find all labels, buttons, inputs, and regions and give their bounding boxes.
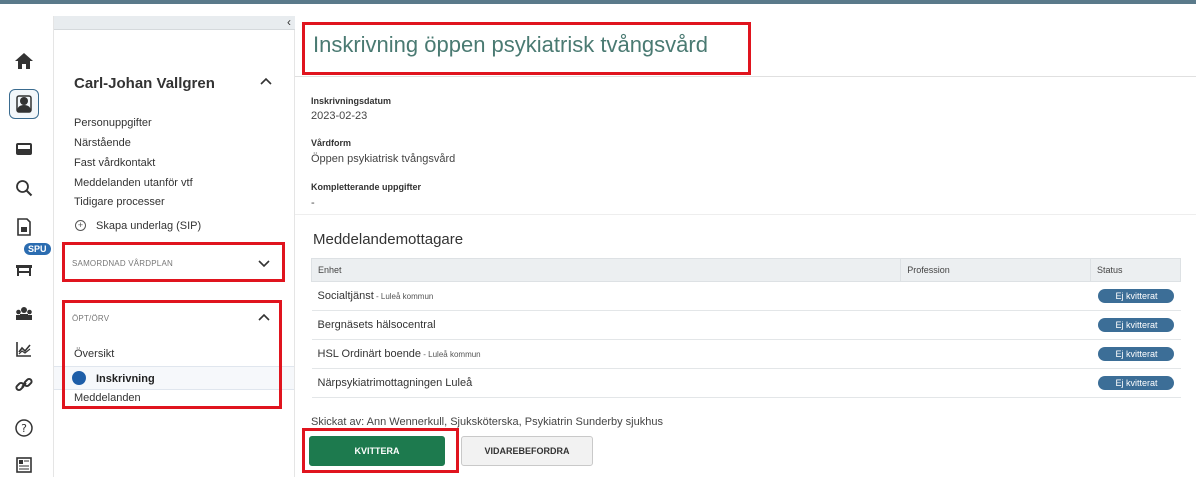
field-label-inskrivningsdatum: Inskrivningsdatum	[311, 96, 392, 106]
patient-icon[interactable]	[9, 89, 39, 119]
highlight-box-samordnad	[62, 242, 285, 282]
home-icon[interactable]	[9, 46, 39, 76]
sidebar-link-narstaende[interactable]: Närstående	[74, 137, 131, 149]
sidebar-link-personuppgifter[interactable]: Personuppgifter	[74, 117, 152, 129]
enhet-kommun: - Luleå kommun	[373, 292, 434, 301]
cell-profession	[900, 339, 1091, 369]
bed-icon[interactable]	[9, 254, 39, 284]
cell-profession	[900, 281, 1091, 311]
recipients-table: Enhet Profession Status Socialtjänst - L…	[310, 258, 1182, 398]
title-divider	[295, 76, 1196, 77]
cell-status: Ej kvitterat	[1090, 368, 1181, 398]
field-value-vardform: Öppen psykiatrisk tvångsvård	[311, 153, 456, 165]
help-icon[interactable]: ?	[9, 413, 39, 443]
news-icon[interactable]	[9, 450, 39, 477]
cell-enhet: HSL Ordinärt boende - Luleå kommun	[311, 339, 901, 369]
icon-rail: SPU ?	[0, 16, 54, 477]
cell-profession	[900, 368, 1091, 398]
sidebar-link-meddelanden-utanfor[interactable]: Meddelanden utanför vtf	[74, 177, 193, 189]
enhet-name: Bergnäsets hälsocentral	[317, 319, 436, 331]
column-header-profession[interactable]: Profession	[900, 258, 1091, 282]
table-header-row: Enhet Profession Status	[310, 258, 1182, 282]
search-icon[interactable]	[9, 173, 39, 203]
cell-enhet: Socialtjänst - Luleå kommun	[311, 281, 901, 311]
table-row[interactable]: HSL Ordinärt boende - Luleå kommun Ej kv…	[311, 339, 1181, 369]
status-badge: Ej kvitterat	[1098, 376, 1175, 390]
create-sip-link[interactable]: Skapa underlag (SIP)	[96, 220, 201, 232]
highlight-box-opt	[62, 300, 282, 409]
field-label-kompletterande: Kompletterande uppgifter	[311, 182, 422, 192]
enhet-name: HSL Ordinärt boende	[317, 348, 422, 360]
vidarebefordra-button[interactable]: VIDAREBEFORDRA	[461, 436, 593, 466]
cell-enhet: Bergnäsets hälsocentral	[311, 310, 901, 340]
chart-icon[interactable]	[9, 334, 39, 364]
cell-status: Ej kvitterat	[1090, 310, 1181, 340]
table-row[interactable]: Socialtjänst - Luleå kommun Ej kvitterat	[311, 281, 1181, 311]
plus-icon[interactable]: +	[75, 220, 86, 231]
column-header-enhet[interactable]: Enhet	[310, 258, 902, 282]
enhet-name: Socialtjänst	[317, 290, 374, 302]
field-value-kompletterande: -	[311, 197, 315, 209]
table-row[interactable]: Bergnäsets hälsocentral Ej kvitterat	[311, 310, 1181, 340]
cell-enhet: Närpsykiatrimottagningen Luleå	[311, 368, 901, 398]
recipients-title: Meddelandemottagare	[313, 231, 464, 248]
sidebar-collapse-bar: ‹	[54, 15, 295, 30]
svg-text:?: ?	[21, 422, 27, 435]
document-icon[interactable]	[9, 212, 39, 242]
chevron-up-icon[interactable]	[259, 74, 273, 88]
top-bar	[0, 0, 1196, 12]
column-header-status[interactable]: Status	[1089, 258, 1182, 282]
cell-profession	[900, 310, 1091, 340]
inbox-icon[interactable]	[9, 134, 39, 164]
field-label-vardform: Vårdform	[311, 138, 352, 148]
status-badge: Ej kvitterat	[1098, 289, 1175, 303]
chevron-left-icon[interactable]: ‹	[287, 15, 291, 29]
highlight-box-kvittera	[302, 428, 459, 473]
enhet-kommun: - Luleå kommun	[421, 350, 481, 359]
status-badge: Ej kvitterat	[1098, 347, 1175, 361]
highlight-box-title	[302, 22, 751, 75]
table-row[interactable]: Närpsykiatrimottagningen Luleå Ej kvitte…	[311, 368, 1181, 398]
sidebar-link-tidigare-processer[interactable]: Tidigare processer	[74, 196, 165, 208]
patient-name: Carl-Johan Vallgren	[74, 75, 215, 92]
sidebar-link-fast-vardkontakt[interactable]: Fast vårdkontakt	[74, 157, 155, 169]
field-value-inskrivningsdatum: 2023-02-23	[311, 110, 368, 122]
main-content: Inskrivning öppen psykiatrisk tvångsvård…	[295, 16, 1196, 477]
cell-status: Ej kvitterat	[1090, 281, 1181, 311]
spu-badge: SPU	[24, 243, 51, 255]
link-icon[interactable]	[9, 370, 39, 400]
sent-by-text: Skickat av: Ann Wennerkull, Sjukskötersk…	[311, 416, 663, 428]
cell-status: Ej kvitterat	[1090, 339, 1181, 369]
enhet-name: Närpsykiatrimottagningen Luleå	[317, 377, 473, 389]
status-badge: Ej kvitterat	[1098, 318, 1175, 332]
group-icon[interactable]	[9, 299, 39, 329]
